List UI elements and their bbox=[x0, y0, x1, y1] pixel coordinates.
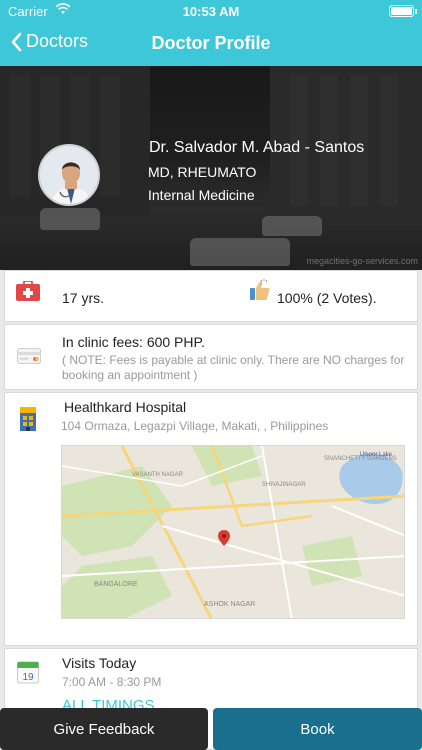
votes-value: 100% (2 Votes). bbox=[277, 290, 377, 306]
book-button[interactable]: Book bbox=[213, 708, 422, 750]
hospital-address: 104 Ormaza, Legazpi Village, Makati, , P… bbox=[61, 419, 329, 433]
give-feedback-button[interactable]: Give Feedback bbox=[0, 708, 208, 750]
map-label-shivajinagar: SHIVAJINAGAR bbox=[262, 482, 306, 488]
back-label: Doctors bbox=[26, 31, 89, 51]
hospital-map[interactable]: BANGALORE SIVANCHETTY GARDENS ASHOK NAGA… bbox=[61, 445, 405, 619]
battery-icon bbox=[389, 5, 414, 17]
banner-watermark: megacities-go-services.com bbox=[306, 256, 418, 266]
map-label-ashok-nagar: ASHOK NAGAR bbox=[204, 601, 255, 608]
status-bar: Carrier 10:53 AM bbox=[0, 0, 422, 22]
experience-value: 17 yrs. bbox=[62, 290, 105, 306]
calendar-icon: 19 bbox=[17, 660, 39, 689]
back-button[interactable]: Doctors bbox=[10, 31, 88, 52]
map-label-bangalore: BANGALORE bbox=[94, 581, 138, 588]
action-bar: Give Feedback Book bbox=[0, 708, 422, 750]
visits-title: Visits Today bbox=[62, 655, 137, 671]
stats-card: 17 yrs. 100% (2 Votes). bbox=[4, 270, 418, 322]
chevron-left-icon bbox=[11, 32, 22, 51]
visits-hours: 7:00 AM - 8:30 PM bbox=[62, 675, 162, 689]
first-aid-kit-icon bbox=[16, 280, 40, 306]
doctor-name: Dr. Salvador M. Abad - Santos bbox=[149, 139, 365, 156]
calendar-day: 19 bbox=[22, 672, 34, 683]
status-time: 10:53 AM bbox=[182, 4, 240, 19]
fees-title: In clinic fees: 600 PHP. bbox=[62, 334, 205, 350]
battery-tip bbox=[415, 9, 417, 14]
top-bar: Carrier 10:53 AM Doctors Doctor Profile bbox=[0, 0, 422, 66]
navigation-bar: Doctors Doctor Profile bbox=[0, 22, 422, 66]
doctor-avatar bbox=[38, 144, 100, 206]
fees-note: ( NOTE: Fees is payable at clinic only. … bbox=[62, 353, 405, 382]
doctor-specialty: Internal Medicine bbox=[148, 187, 255, 203]
map-label-ulsoor-lake: Ulsoor Lake bbox=[360, 452, 393, 458]
map-label-vasanth-nagar: VASANTH NAGAR bbox=[132, 472, 184, 478]
hospital-name: Healthkard Hospital bbox=[64, 399, 187, 415]
thumbs-up-icon bbox=[248, 278, 272, 307]
doctor-banner: Dr. Salvador M. Abad - Santos MD, RHEUMA… bbox=[0, 66, 422, 270]
doctor-degree: MD, RHEUMATO bbox=[148, 164, 257, 180]
fees-card: In clinic fees: 600 PHP. ( NOTE: Fees is… bbox=[4, 324, 418, 390]
credit-card-icon bbox=[17, 348, 41, 369]
hospital-building-icon bbox=[19, 406, 37, 437]
hospital-card: Healthkard Hospital 104 Ormaza, Legazpi … bbox=[4, 392, 418, 646]
